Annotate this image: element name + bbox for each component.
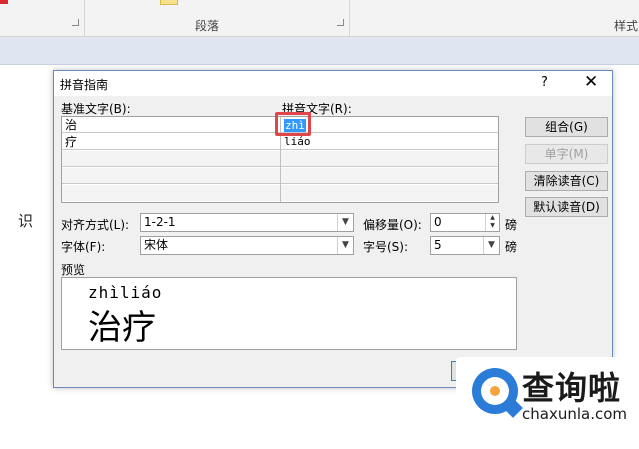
spinner-arrows-icon[interactable]: ▲ ▼ [485,214,499,231]
preview-box: zhìliáo 治疗 [61,277,517,350]
ribbon-separator [84,0,85,36]
base-cell[interactable]: 治 [62,117,280,133]
watermark-logo: 查询啦 chaxunla.com [456,357,631,429]
phonetic-guide-dialog: 拼音指南 ? ✕ 基准文字(B): 拼音文字(R): 治 zhì 疗 liáo … [53,70,613,388]
preview-label: 预览 [61,263,86,277]
group-button[interactable]: 组合(G) [525,117,608,137]
help-button[interactable]: ? [541,75,548,90]
base-cell [62,185,280,201]
preview-base-text: 治疗 [88,308,156,348]
font-group-launcher-icon[interactable] [72,19,79,26]
watermark-url: chaxunla.com [522,405,627,423]
document-text: 识 [18,212,34,230]
watermark-title: 查询啦 [522,369,622,407]
pinyin-cell [281,151,498,167]
pinyin-cell [281,168,498,184]
close-button[interactable]: ✕ [584,72,598,92]
paragraph-group-launcher-icon[interactable] [337,19,344,26]
ribbon: 段落 样式 [0,0,639,37]
alignment-select[interactable]: 1-2-1 ▼ [140,213,354,232]
magnifier-logo-icon [472,368,518,414]
dialog-titlebar: 拼音指南 ? ✕ [54,71,612,96]
annotation-highlight [275,112,311,136]
offset-value: 0 [434,215,442,229]
default-reading-button[interactable]: 默认读音(D) [525,197,608,217]
font-value: 宋体 [144,238,169,252]
ribbon-highlight-icon[interactable] [160,0,178,5]
offset-label: 偏移量(O): [363,218,422,232]
paragraph-group-label: 段落 [195,19,220,33]
ribbon-separator [349,0,350,36]
size-select[interactable]: 5 ▼ [430,236,500,255]
ruler-strip [0,37,639,65]
offset-unit: 磅 [505,218,518,232]
font-select[interactable]: 宋体 ▼ [140,236,354,255]
chevron-down-icon[interactable]: ▼ [483,237,499,254]
pinyin-cell[interactable]: liáo [281,134,498,150]
font-label: 字体(F): [61,240,106,254]
pinyin-cell [281,185,498,201]
size-value: 5 [434,238,442,252]
base-cell [62,151,280,167]
pinyin-cell[interactable]: zhì [281,117,498,133]
dialog-title: 拼音指南 [60,78,109,92]
chevron-down-icon[interactable]: ▼ [337,237,353,254]
base-cell[interactable]: 疗 [62,134,280,150]
chevron-down-icon[interactable]: ▼ [337,214,353,231]
alignment-value: 1-2-1 [144,215,176,229]
base-text-label: 基准文字(B): [61,102,131,116]
alignment-label: 对齐方式(L): [61,218,130,232]
base-cell [62,168,280,184]
styles-group-label: 样式 [614,19,639,33]
single-char-button: 单字(M) [525,144,608,164]
size-unit: 磅 [505,240,518,254]
clear-reading-button[interactable]: 清除读音(C) [525,171,608,191]
ribbon-red-icon[interactable] [0,0,8,4]
size-label: 字号(S): [363,240,409,254]
offset-spinner[interactable]: 0 ▲ ▼ [430,213,500,232]
